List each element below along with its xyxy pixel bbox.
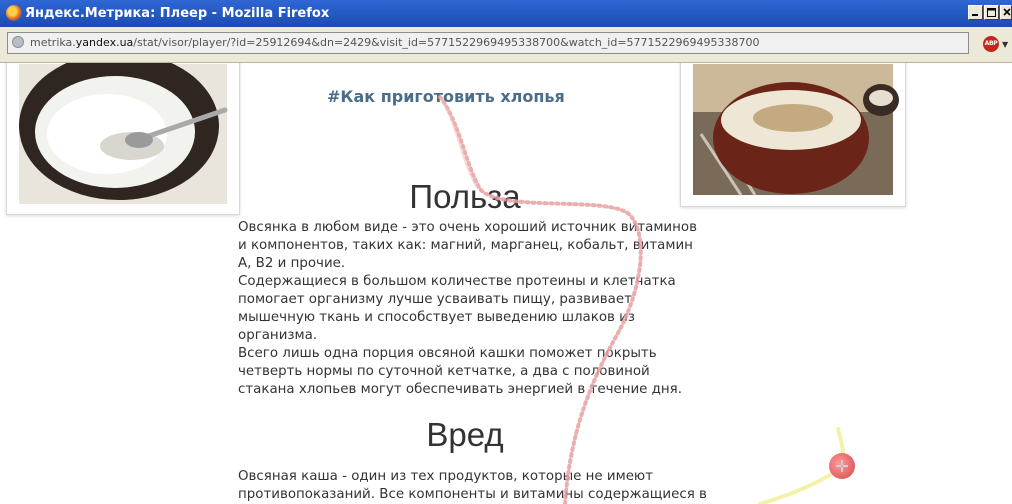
benefit-line: мышечную ткань и способствует выведению … (238, 310, 635, 325)
minimize-button[interactable] (968, 5, 983, 20)
harm-paragraph: Овсяная каша - один из тех продуктов, ко… (238, 468, 707, 504)
close-icon (1003, 8, 1011, 16)
minimize-icon (972, 14, 978, 16)
window-title: Яндекс.Метрика: Плеер - Mozilla Firefox (25, 6, 330, 21)
close-button[interactable] (1000, 5, 1012, 20)
url-text[interactable]: metrika.yandex.ua/stat/visor/player/?id=… (30, 33, 760, 53)
benefit-line: стакана хлопьев могут обеспечивать энерг… (238, 382, 682, 397)
harm-heading: Вред (426, 416, 504, 453)
harm-line: противопоказаний. Все компоненты и витам… (238, 487, 707, 502)
adblock-plus-icon[interactable]: ABP (983, 36, 999, 52)
crosshair-cursor-icon (829, 453, 855, 479)
url-path: /stat/visor/player/?id=25912694&dn=2429&… (133, 36, 760, 49)
chevron-down-icon[interactable]: ▼ (1002, 40, 1008, 49)
benefit-line: и компонентов, таких как: магний, марган… (238, 238, 693, 253)
benefit-line: организма. (238, 328, 318, 343)
hashtag-link[interactable]: #Как приготовить хлопья (327, 87, 565, 106)
window-titlebar: Яндекс.Метрика: Плеер - Mozilla Firefox (0, 0, 1012, 27)
benefit-line: Всего лишь одна порция овсяной кашки пом… (238, 346, 657, 361)
harm-line: Овсяная каша - один из тех продуктов, ко… (238, 469, 654, 484)
maximize-button[interactable] (984, 5, 999, 20)
benefit-line: Содержащиеся в большом количестве протеи… (238, 274, 676, 289)
benefit-line: четверть нормы по суточной кетчатке, а д… (238, 364, 650, 379)
url-prefix: metrika. (30, 36, 76, 49)
navigation-toolbar: metrika.yandex.ua/stat/visor/player/?id=… (0, 27, 1012, 63)
benefit-line: Овсянка в любом виде - это очень хороший… (238, 220, 697, 235)
benefit-heading: Польза (409, 178, 521, 215)
benefit-line: помогает организму лучше усваивать пищу,… (238, 292, 632, 307)
address-bar[interactable]: metrika.yandex.ua/stat/visor/player/?id=… (7, 32, 969, 54)
globe-icon (12, 36, 24, 48)
oatmeal-photo-right (680, 63, 906, 207)
maximize-icon (987, 8, 996, 17)
benefit-paragraph: Овсянка в любом виде - это очень хороший… (238, 219, 698, 399)
benefit-line: A, B2 и прочие. (238, 256, 346, 271)
url-host: yandex.ua (75, 36, 134, 49)
page-viewport[interactable]: #Как приготовить хлопья Польза Овсянка в… (0, 63, 1012, 504)
oatmeal-photo-left (6, 63, 240, 215)
firefox-icon (6, 5, 22, 21)
